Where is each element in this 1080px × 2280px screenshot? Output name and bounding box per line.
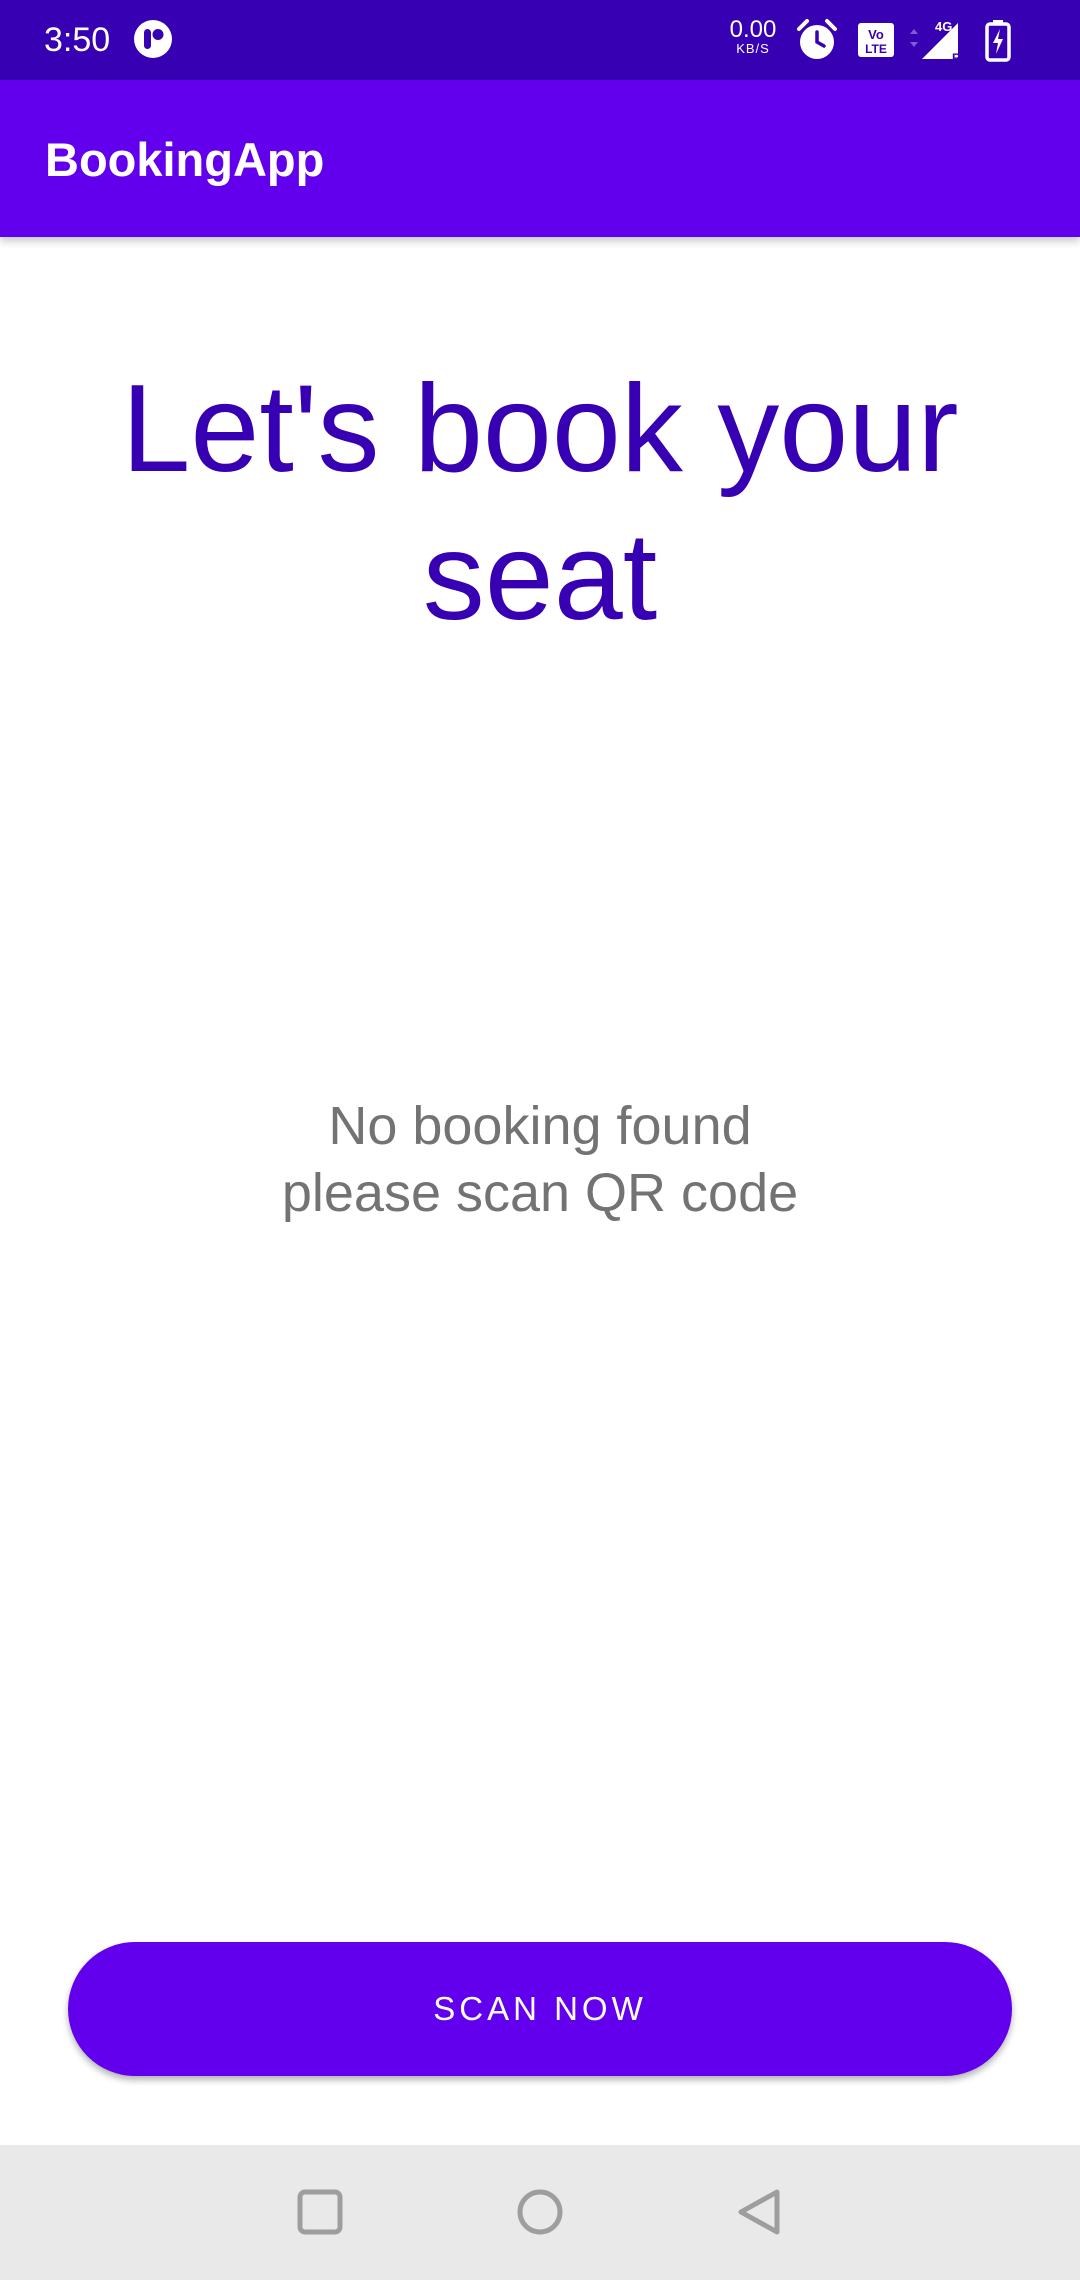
volte-icon: Vo LTE [858, 23, 894, 57]
network-speed-value: 0.00 [729, 16, 777, 43]
home-button[interactable] [495, 2167, 585, 2257]
page-headline: Let's book your seat [121, 360, 959, 646]
alarm-icon [797, 19, 837, 59]
back-icon [738, 2189, 780, 2235]
volte-bottom-label: LTE [865, 42, 887, 56]
volte-top-label: Vo [868, 27, 884, 42]
no-booking-message-line1: No booking found [328, 1096, 752, 1156]
network-speed-unit: KB/S [736, 41, 770, 56]
navigation-bar [0, 2145, 1080, 2280]
recents-icon [297, 2189, 343, 2235]
signal-4g-icon: 4G R [910, 19, 961, 63]
app-title: BookingApp [45, 133, 325, 186]
scan-now-button[interactable]: SCAN NOW [68, 1942, 1012, 2076]
recents-button[interactable] [275, 2167, 365, 2257]
no-booking-message: No booking found please scan QR code [140, 1093, 940, 1227]
app-bar: BookingApp [0, 80, 1080, 237]
home-icon [517, 2189, 563, 2235]
battery-charging-icon [985, 20, 1011, 62]
network-speed: 0.00 KB/S [726, 18, 780, 56]
app-notification-icon [134, 20, 172, 58]
roaming-label: R [952, 51, 961, 63]
network-type-label: 4G [935, 19, 952, 34]
status-time: 3:50 [44, 21, 111, 59]
status-bar: 3:50 0.00 KB/S Vo LTE 4G R [0, 0, 1080, 80]
no-booking-message-line2: please scan QR code [281, 1163, 799, 1223]
back-button[interactable] [715, 2167, 805, 2257]
